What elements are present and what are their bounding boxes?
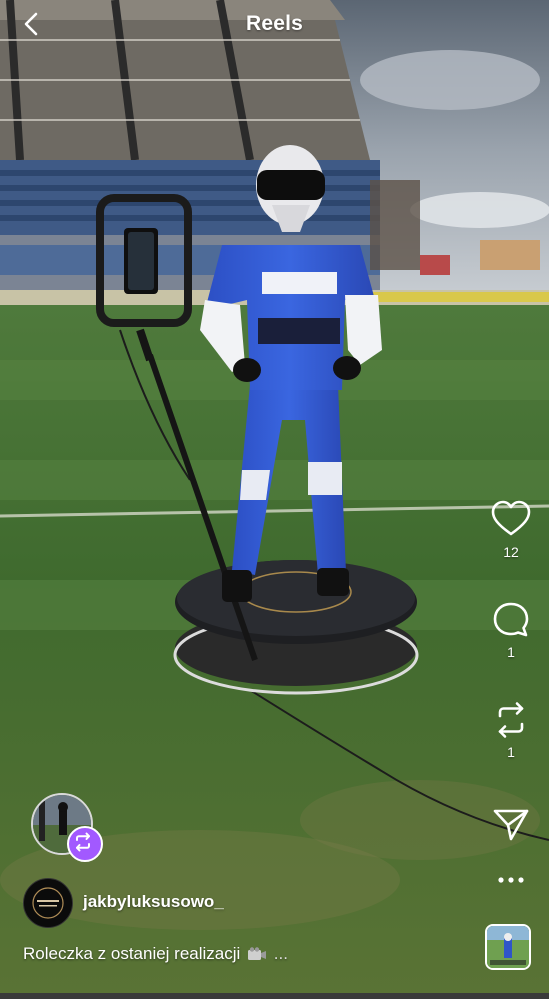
more-horizontal-icon xyxy=(498,877,524,883)
author-avatar[interactable] xyxy=(23,878,73,928)
like-action[interactable]: 12 xyxy=(491,500,531,560)
share-action[interactable] xyxy=(491,805,531,845)
heart-icon[interactable] xyxy=(491,500,531,540)
video-camera-emoji-icon xyxy=(248,947,267,960)
page-title: Reels xyxy=(245,12,304,35)
reels-screen: Reels 12 1 1 jakbyluksusowo_ Roleczka z … xyxy=(0,0,549,999)
repost-badge[interactable] xyxy=(67,826,103,862)
reels-header: Reels xyxy=(0,0,549,50)
repost-count: 1 xyxy=(507,744,515,760)
author-username[interactable]: jakbyluksusowo_ xyxy=(83,892,224,912)
post-caption[interactable]: Roleczka z ostaniej realizacji ... xyxy=(23,944,288,964)
brand-logo-icon xyxy=(24,879,72,927)
comment-action[interactable]: 1 xyxy=(491,600,531,660)
audio-thumbnail-image xyxy=(487,926,529,968)
paper-plane-icon[interactable] xyxy=(491,805,531,845)
home-indicator-bar xyxy=(0,993,549,999)
repost-action[interactable]: 1 xyxy=(491,700,531,760)
more-options-button[interactable] xyxy=(493,870,529,890)
comment-icon[interactable] xyxy=(491,600,531,640)
caption-more[interactable]: ... xyxy=(274,944,288,963)
repost-icon[interactable] xyxy=(491,700,531,740)
like-count: 12 xyxy=(503,544,519,560)
comment-count: 1 xyxy=(507,644,515,660)
audio-thumbnail[interactable] xyxy=(485,924,531,970)
caption-text: Roleczka z ostaniej realizacji xyxy=(23,944,241,963)
repost-badge-icon xyxy=(76,832,90,852)
